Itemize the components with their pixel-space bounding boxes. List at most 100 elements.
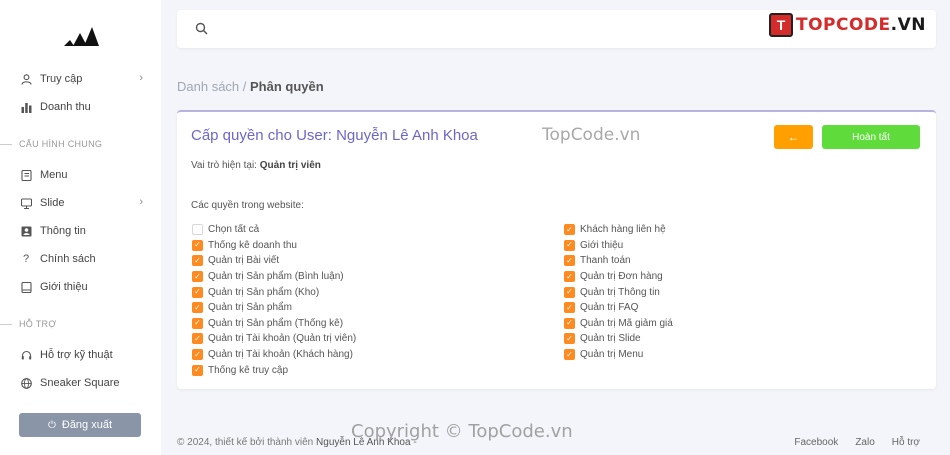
breadcrumb-separator: / xyxy=(239,79,250,94)
permission-item[interactable]: ✓ Quản trị Sản phẩm xyxy=(192,300,356,316)
search-bar[interactable]: T TOPCODE.VN xyxy=(177,10,936,48)
permission-label: Chọn tất cả xyxy=(208,224,260,236)
logout-button[interactable]: ⏻ Đăng xuất xyxy=(19,413,141,437)
permission-item[interactable]: ✓ Quản trị Tài khoản (Khách hàng) xyxy=(192,347,356,363)
permissions-label: Các quyền trong website: xyxy=(191,200,304,211)
sidebar-item-label: Hỗ trợ kỹ thuật xyxy=(40,349,113,361)
sidebar-item-label: Giới thiệu xyxy=(40,281,88,293)
checkbox-checked[interactable]: ✓ xyxy=(564,302,575,314)
sidebar-item-sneaker-square[interactable]: Sneaker Square xyxy=(0,372,161,394)
permission-item[interactable]: ✓ Quản trị Menu xyxy=(564,347,673,363)
sidebar-item-doanh-thu[interactable]: Doanh thu xyxy=(0,96,161,118)
permission-item[interactable]: ✓ Quản trị Sản phẩm (Thống kê) xyxy=(192,316,356,332)
permission-label: Quản trị Đơn hàng xyxy=(580,271,663,283)
sidebar-item-truy-cap[interactable]: Truy cập › xyxy=(0,68,161,90)
permission-item[interactable]: ✓ Quản trị Slide xyxy=(564,331,673,347)
sidebar-item-slide[interactable]: Slide › xyxy=(0,192,161,214)
permission-item[interactable]: ✓ Quản trị Thông tin xyxy=(564,284,673,300)
checkbox-checked[interactable]: ✓ xyxy=(192,286,203,298)
topcode-badge: T xyxy=(768,13,793,37)
checkbox-checked[interactable]: ✓ xyxy=(192,349,203,361)
user-icon xyxy=(20,73,32,85)
checkbox-checked[interactable]: ✓ xyxy=(564,333,575,345)
permission-item[interactable]: ✓ Quản trị Sản phẩm (Kho) xyxy=(192,284,356,300)
checkbox-checked[interactable]: ✓ xyxy=(564,271,575,283)
checkbox-checked[interactable]: ✓ xyxy=(192,271,203,283)
breadcrumb: Danh sách / Phân quyền xyxy=(177,79,324,94)
checkbox-checked[interactable]: ✓ xyxy=(564,286,575,298)
sidebar-item-label: Truy cập xyxy=(40,73,83,85)
section-divider xyxy=(0,324,12,325)
topcode-text-red: TOPCODE xyxy=(795,15,891,35)
checkbox-checked[interactable]: ✓ xyxy=(192,302,203,314)
permission-item[interactable]: ✓ Quản trị FAQ xyxy=(564,300,673,316)
checkbox-checked[interactable]: ✓ xyxy=(564,255,575,267)
permission-item[interactable]: ✓ Quản trị Sản phẩm (Bình luận) xyxy=(192,269,356,285)
power-icon: ⏻ xyxy=(47,419,56,431)
question-icon: ? xyxy=(22,253,30,265)
done-button[interactable]: Hoàn tất xyxy=(822,125,920,149)
footer-link-zalo[interactable]: Zalo xyxy=(855,437,874,448)
permissions-column-right: ✓ Khách hàng liên hệ ✓ Giới thiệu ✓ Thanh toá… xyxy=(564,222,673,362)
sidebar-item-ho-tro-ky-thuat[interactable]: Hỗ trợ kỹ thuật xyxy=(0,344,161,366)
sidebar-item-label: Menu xyxy=(40,169,68,181)
sidebar-item-chinh-sach[interactable]: ? Chính sách xyxy=(0,248,161,270)
search-icon[interactable] xyxy=(195,22,209,36)
permission-label: Quản trị Sản phẩm (Bình luận) xyxy=(208,271,344,283)
breadcrumb-current: Phân quyền xyxy=(250,79,324,94)
permission-label: Quản trị Slide xyxy=(580,333,641,345)
sidebar-item-label: Chính sách xyxy=(40,253,96,265)
chevron-right-icon: › xyxy=(139,72,143,84)
permission-item[interactable]: ✓ Thống kê truy cập xyxy=(192,362,356,378)
permission-item[interactable]: ✓ Quản trị Mã giảm giá xyxy=(564,316,673,332)
sidebar-item-menu[interactable]: Menu xyxy=(0,164,161,186)
sidebar-item-label: Doanh thu xyxy=(40,101,91,113)
footer-links: Facebook Zalo Hỗ trợ xyxy=(794,437,920,448)
checkbox-checked[interactable]: ✓ xyxy=(564,224,575,236)
page-title: Cấp quyền cho User: Nguyễn Lê Anh Khoa xyxy=(191,127,478,144)
topcode-text: TOPCODE.VN xyxy=(796,15,926,35)
checkbox-unchecked[interactable]: ✓ xyxy=(192,224,203,236)
permission-label: Quản trị Sản phẩm (Kho) xyxy=(208,286,320,298)
permission-item[interactable]: ✓ Thống kê doanh thu xyxy=(192,238,356,254)
role-value: Quản trị viên xyxy=(259,160,321,171)
footer-link-support[interactable]: Hỗ trợ xyxy=(892,437,920,448)
permission-label: Quản trị Bài viết xyxy=(208,255,280,267)
checkbox-checked[interactable]: ✓ xyxy=(192,333,203,345)
checkbox-checked[interactable]: ✓ xyxy=(564,317,575,329)
checkbox-checked[interactable]: ✓ xyxy=(192,364,203,376)
permission-label: Khách hàng liên hệ xyxy=(580,224,666,236)
permission-label: Quản trị Sản phẩm xyxy=(208,302,292,314)
permission-item[interactable]: ✓ Quản trị Tài khoản (Quản trị viên) xyxy=(192,331,356,347)
arrow-left-icon: ← xyxy=(787,130,800,144)
current-role: Vai trò hiện tại: Quản trị viên xyxy=(191,160,321,171)
contact-card-icon xyxy=(20,225,32,237)
checkbox-checked[interactable]: ✓ xyxy=(564,349,575,361)
permission-item[interactable]: ✓ Chọn tất cả xyxy=(192,222,356,238)
topcode-brand-logo: T TOPCODE.VN xyxy=(768,13,926,37)
permission-item[interactable]: ✓ Khách hàng liên hệ xyxy=(564,222,673,238)
permission-item[interactable]: ✓ Giới thiệu xyxy=(564,238,673,254)
permission-label: Quản trị Menu xyxy=(580,349,644,361)
permission-item[interactable]: ✓ Quản trị Đơn hàng xyxy=(564,269,673,285)
sidebar-item-gioi-thieu[interactable]: Giới thiệu xyxy=(0,276,161,298)
adidas-logo[interactable] xyxy=(62,24,100,48)
section-label-general: CẤU HÌNH CHUNG xyxy=(19,139,103,149)
checkbox-checked[interactable]: ✓ xyxy=(192,255,203,267)
sidebar-item-thong-tin[interactable]: Thông tin xyxy=(0,220,161,242)
back-button[interactable]: ← xyxy=(774,125,813,149)
permission-label: Quản trị Tài khoản (Quản trị viên) xyxy=(208,333,357,345)
footer-link-facebook[interactable]: Facebook xyxy=(794,437,838,448)
checkbox-checked[interactable]: ✓ xyxy=(564,239,575,251)
logout-label: Đăng xuất xyxy=(61,419,113,431)
permissions-column-left: ✓ Chọn tất cả ✓ Thống kê doanh thu ✓ Quản trị… xyxy=(192,222,356,378)
breadcrumb-parent[interactable]: Danh sách xyxy=(177,79,239,94)
checkbox-checked[interactable]: ✓ xyxy=(192,239,203,251)
monitor-icon xyxy=(20,197,32,209)
watermark: TopCode.vn xyxy=(542,125,641,145)
permission-item[interactable]: ✓ Thanh toán xyxy=(564,253,673,269)
permission-item[interactable]: ✓ Quản trị Bài viết xyxy=(192,253,356,269)
copyright-watermark: Copyright © TopCode.vn xyxy=(351,421,573,442)
permission-label: Quản trị FAQ xyxy=(580,302,639,314)
checkbox-checked[interactable]: ✓ xyxy=(192,317,203,329)
